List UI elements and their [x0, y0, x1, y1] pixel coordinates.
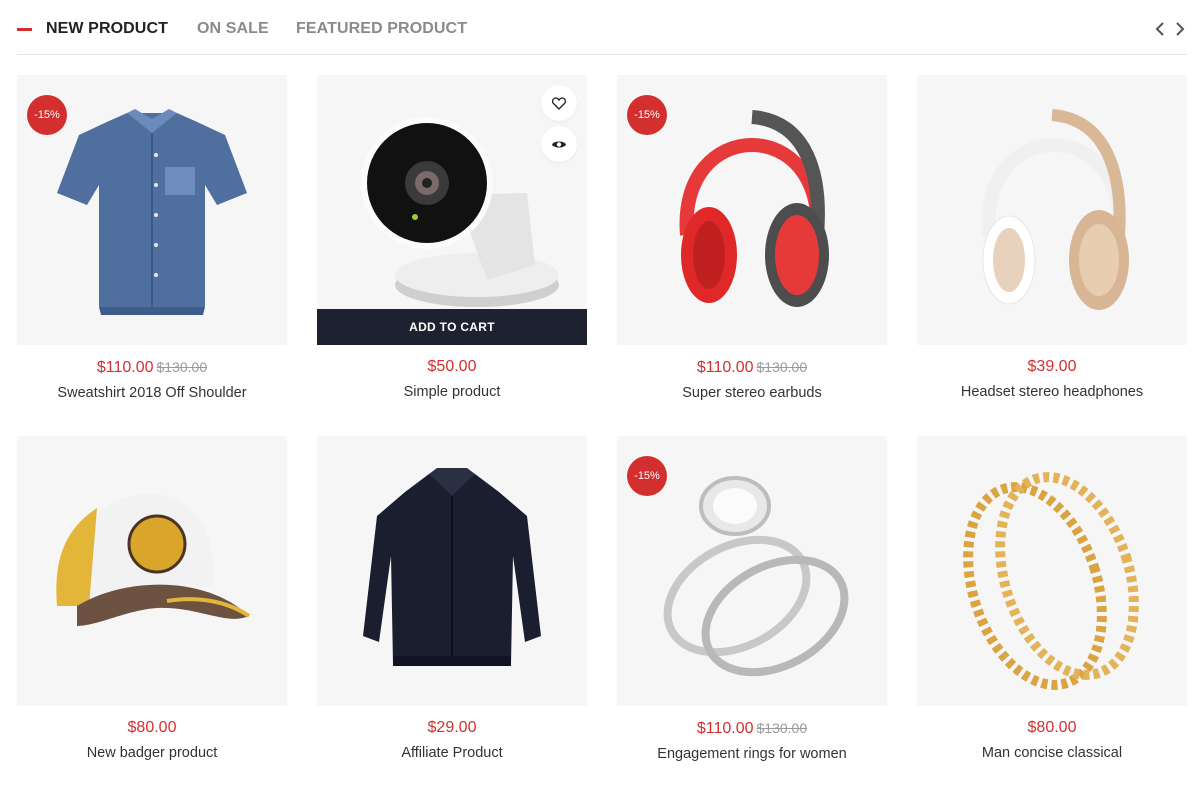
product-card[interactable]: $80.00 Man concise classical	[917, 436, 1187, 761]
product-card[interactable]: ADD TO CART $50.00 Simple product	[317, 75, 587, 400]
black-jacket-image	[363, 468, 541, 666]
product-image[interactable]	[17, 436, 287, 706]
sale-badge: -15%	[627, 456, 667, 496]
chevron-right-icon[interactable]	[1173, 18, 1187, 40]
product-price: $80.00	[1027, 719, 1077, 736]
product-image[interactable]: ADD TO CART	[317, 75, 587, 345]
product-card[interactable]: $39.00 Headset stereo headphones	[917, 75, 1187, 400]
tab-on-sale[interactable]: ON SALE	[197, 20, 269, 38]
product-grid: -15% $110.00 $130.00 Sweatshirt 2018 Off …	[17, 75, 1187, 762]
product-image[interactable]	[917, 436, 1187, 706]
product-image[interactable]	[317, 436, 587, 706]
product-card[interactable]: $29.00 Affiliate Product	[317, 436, 587, 761]
product-image[interactable]	[917, 75, 1187, 345]
price-line: $110.00 $130.00	[617, 357, 887, 378]
product-image[interactable]: -15%	[17, 75, 287, 345]
product-name[interactable]: Simple product	[317, 383, 587, 401]
product-old-price: $130.00	[756, 359, 808, 375]
product-price: $29.00	[427, 719, 477, 736]
product-info: $80.00 New badger product	[17, 718, 287, 762]
product-old-price: $130.00	[756, 720, 808, 736]
product-card[interactable]: -15% $110.00 $130.00 Sweatshirt 2018 Off …	[17, 75, 287, 401]
heart-icon[interactable]	[541, 85, 577, 121]
product-info: $39.00 Headset stereo headphones	[917, 357, 1187, 401]
add-to-cart-button[interactable]: ADD TO CART	[317, 309, 587, 345]
chevron-left-icon[interactable]	[1153, 18, 1167, 40]
price-line: $39.00	[917, 357, 1187, 377]
product-name[interactable]: New badger product	[17, 744, 287, 762]
product-price: $80.00	[127, 719, 177, 736]
product-image[interactable]: -15%	[617, 75, 887, 345]
sale-badge: -15%	[27, 95, 67, 135]
product-tabs-bar: NEW PRODUCT ON SALE FEATURED PRODUCT	[17, 0, 1187, 55]
product-info: $110.00 $130.00 Engagement rings for wome…	[617, 718, 887, 763]
tab-new-product[interactable]: NEW PRODUCT	[46, 20, 168, 38]
product-name[interactable]: Headset stereo headphones	[917, 383, 1187, 401]
carousel-nav	[1153, 18, 1187, 40]
product-info: $29.00 Affiliate Product	[317, 718, 587, 762]
product-card[interactable]: -15% $110.00 $130.00 Super stereo earbuds	[617, 75, 887, 401]
gold-bangles-image	[963, 472, 1139, 690]
product-price: $110.00	[696, 720, 754, 737]
gold-headphones-image	[981, 109, 1129, 310]
price-line: $50.00	[317, 357, 587, 377]
product-name[interactable]: Affiliate Product	[317, 744, 587, 762]
tab-featured-product[interactable]: FEATURED PRODUCT	[296, 20, 467, 38]
product-old-price: $130.00	[156, 359, 208, 375]
product-info: $110.00 $130.00 Sweatshirt 2018 Off Shoul…	[17, 357, 287, 402]
product-price: $50.00	[427, 358, 477, 375]
sale-badge: -15%	[627, 95, 667, 135]
product-price: $110.00	[96, 359, 154, 376]
product-price: $39.00	[1027, 358, 1077, 375]
product-name[interactable]: Super stereo earbuds	[617, 384, 887, 402]
product-info: $80.00 Man concise classical	[917, 718, 1187, 762]
product-name[interactable]: Man concise classical	[917, 744, 1187, 762]
product-info: $110.00 $130.00 Super stereo earbuds	[617, 357, 887, 402]
product-card[interactable]: -15% $110.00 $130.00 Engagement rings for…	[617, 436, 887, 762]
product-image[interactable]: -15%	[617, 436, 887, 706]
active-tab-marker	[17, 28, 32, 31]
product-name[interactable]: Engagement rings for women	[617, 745, 887, 763]
product-card[interactable]: $80.00 New badger product	[17, 436, 287, 761]
price-line: $29.00	[317, 718, 587, 738]
product-price: $110.00	[696, 359, 754, 376]
price-line: $80.00	[917, 718, 1187, 738]
price-line: $80.00	[17, 718, 287, 738]
price-line: $110.00 $130.00	[617, 718, 887, 739]
baseball-cap-image	[56, 493, 251, 626]
product-name[interactable]: Sweatshirt 2018 Off Shoulder	[17, 384, 287, 402]
product-info: $50.00 Simple product	[317, 357, 587, 401]
eye-icon[interactable]	[541, 126, 577, 162]
price-line: $110.00 $130.00	[17, 357, 287, 378]
